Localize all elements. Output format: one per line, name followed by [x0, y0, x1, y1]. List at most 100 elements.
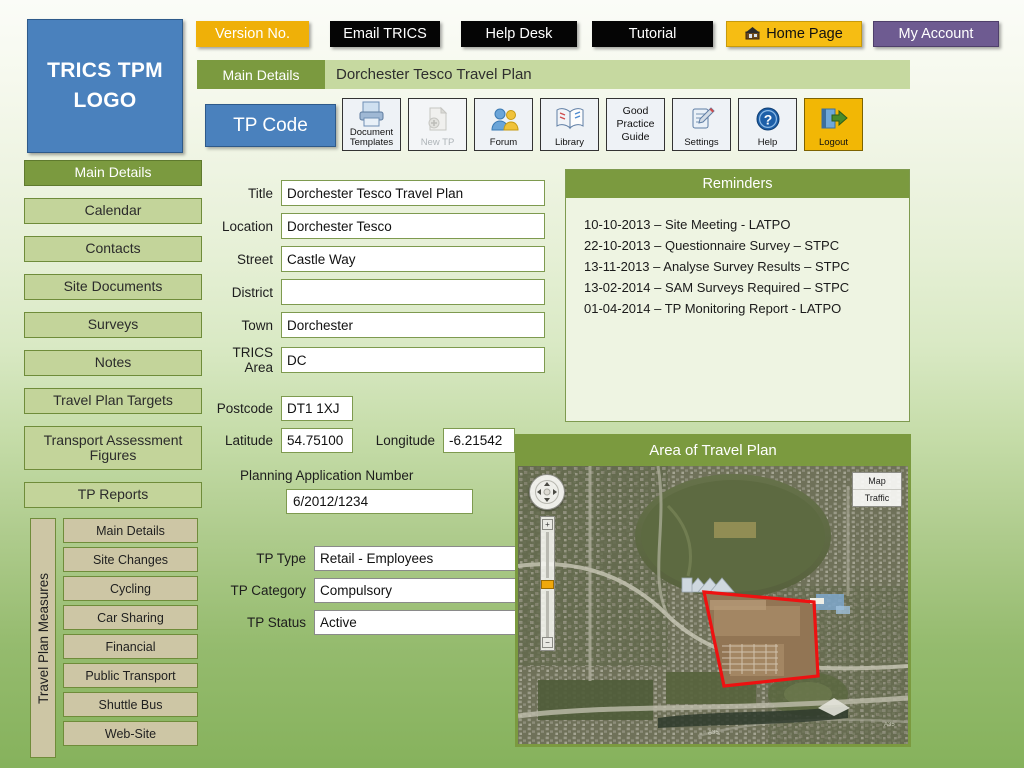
reminder-item: 22-10-2013 – Questionnaire Survey – STPC: [584, 238, 840, 254]
sidebar-item-main-details-label: Main Details: [74, 164, 152, 181]
good-practice-guide-label-1: Good: [622, 104, 649, 117]
measure-item-public-transport[interactable]: Public Transport: [63, 663, 198, 688]
measure-item-car-sharing[interactable]: Car Sharing: [63, 605, 198, 630]
sidebar-item-notes[interactable]: Notes: [24, 350, 202, 376]
forum-label: Forum: [489, 137, 518, 149]
logout-label: Logout: [818, 137, 849, 149]
home-page-button[interactable]: Home Page: [726, 21, 862, 47]
new-tp-button[interactable]: New TP: [408, 98, 467, 151]
measure-item-site-changes[interactable]: Site Changes: [63, 547, 198, 572]
location-label: Location: [221, 218, 273, 234]
sidebar-item-tp-reports[interactable]: TP Reports: [24, 482, 202, 508]
traffic-toggle-button[interactable]: Traffic: [853, 490, 901, 506]
tp-type-label: TP Type: [256, 551, 306, 566]
zoom-slider[interactable]: + −: [540, 516, 555, 651]
good-practice-guide-button[interactable]: Good Practice Guide: [606, 98, 665, 151]
form-row-title: Title Dorchester Tesco Travel Plan: [205, 180, 545, 206]
breadcrumb-bar: Main Details Dorchester Tesco Travel Pla…: [197, 60, 910, 89]
measure-item-financial[interactable]: Financial: [63, 634, 198, 659]
planning-application-input[interactable]: 6/2012/1234: [286, 489, 473, 514]
sidebar-item-tp-reports-label: TP Reports: [77, 486, 149, 503]
sidebar-item-main-details[interactable]: Main Details: [24, 160, 202, 186]
version-no-button[interactable]: Version No.: [196, 21, 309, 47]
help-button[interactable]: ? Help: [738, 98, 797, 151]
app-logo: TRICS TPM LOGO: [27, 19, 183, 153]
sidebar-item-travel-plan-targets[interactable]: Travel Plan Targets: [24, 388, 202, 414]
forum-button[interactable]: Forum: [474, 98, 533, 151]
home-page-label: Home Page: [766, 26, 843, 42]
street-input[interactable]: Castle Way: [281, 246, 545, 272]
latitude-input[interactable]: 54.75100: [281, 428, 353, 453]
svg-text:A35: A35: [884, 722, 895, 728]
sidebar-item-surveys[interactable]: Surveys: [24, 312, 202, 338]
town-input[interactable]: Dorchester: [281, 312, 545, 338]
measure-item-financial-label: Financial: [105, 639, 156, 654]
zoom-in-button[interactable]: +: [542, 519, 553, 530]
map-header-label: Area of Travel Plan: [649, 441, 777, 459]
sidebar-item-travel-plan-targets-label: Travel Plan Targets: [53, 392, 173, 409]
geo-row-latlong: Latitude 54.75100 Longitude -6.21542: [205, 428, 545, 453]
trics-area-input[interactable]: DC: [281, 347, 545, 373]
home-page-icon: [745, 26, 761, 42]
satellite-map[interactable]: A35 A35 + − Map Traffic: [518, 466, 908, 744]
tp-type-value: Retail - Employees: [320, 551, 434, 566]
reminders-list: 10-10-2013 – Site Meeting - LATPO 22-10-…: [566, 198, 909, 319]
svg-text:?: ?: [763, 111, 772, 127]
tutorial-button[interactable]: Tutorial: [592, 21, 713, 47]
library-label: Library: [554, 137, 585, 149]
sidebar: Main Details Calendar Contacts Site Docu…: [24, 160, 202, 520]
longitude-input[interactable]: -6.21542: [443, 428, 515, 453]
measure-item-main-details[interactable]: Main Details: [63, 518, 198, 543]
measure-item-web-site[interactable]: Web-Site: [63, 721, 198, 746]
zoom-out-button[interactable]: −: [542, 637, 553, 648]
email-trics-button[interactable]: Email TRICS: [330, 21, 440, 47]
tp-type-select[interactable]: Retail - Employees: [314, 546, 548, 571]
tp-category-value: Compulsory: [320, 583, 393, 598]
reminder-item: 10-10-2013 – Site Meeting - LATPO: [584, 217, 791, 232]
settings-label: Settings: [684, 137, 719, 149]
tp-code-button[interactable]: TP Code: [205, 104, 336, 147]
sidebar-item-transport-assessment-figures[interactable]: Transport Assessment Figures: [24, 426, 202, 470]
help-desk-button[interactable]: Help Desk: [461, 21, 577, 47]
measure-item-cycling[interactable]: Cycling: [63, 576, 198, 601]
reminder-item: 13-11-2013 – Analyse Survey Results – ST…: [584, 259, 850, 275]
sidebar-item-transport-assessment-figures-label: Transport Assessment Figures: [43, 431, 183, 463]
icon-toolbar: Document Templates New TP Forum Library …: [342, 98, 863, 151]
tab-main-details[interactable]: Main Details: [197, 60, 325, 89]
town-label: Town: [241, 317, 273, 333]
location-input[interactable]: Dorchester Tesco: [281, 213, 545, 239]
tab-main-details-label: Main Details: [222, 66, 300, 83]
settings-button[interactable]: Settings: [672, 98, 731, 151]
select-row-tp-category: TP Category Compulsory: [228, 578, 548, 603]
zoom-track-lower[interactable]: [546, 591, 549, 637]
pan-control-icon[interactable]: [529, 474, 565, 510]
sidebar-item-site-documents[interactable]: Site Documents: [24, 274, 202, 300]
good-practice-guide-label-2: Practice Guide: [616, 117, 655, 144]
title-input[interactable]: Dorchester Tesco Travel Plan: [281, 180, 545, 206]
postcode-input[interactable]: DT1 1XJ: [281, 396, 353, 421]
sidebar-item-surveys-label: Surveys: [87, 316, 139, 333]
travel-plan-measures-group: Travel Plan Measures Main Details Site C…: [30, 518, 198, 758]
map-type-label: Map: [868, 476, 886, 486]
tp-category-select[interactable]: Compulsory: [314, 578, 548, 603]
sidebar-item-calendar-label: Calendar: [84, 202, 142, 219]
travel-plan-measures-list: Main Details Site Changes Cycling Car Sh…: [63, 518, 198, 758]
street-label: Street: [236, 251, 273, 267]
area-of-travel-plan-panel: Area of Travel Plan A35 A35 + − Map Traf…: [515, 434, 911, 747]
library-button[interactable]: Library: [540, 98, 599, 151]
tutorial-label: Tutorial: [628, 26, 677, 42]
sidebar-item-contacts[interactable]: Contacts: [24, 236, 202, 262]
my-account-button[interactable]: My Account: [873, 21, 999, 47]
zoom-track[interactable]: [546, 532, 549, 578]
tp-status-select[interactable]: Active: [314, 610, 548, 635]
logout-button[interactable]: Logout: [804, 98, 863, 151]
page-title-label: Dorchester Tesco Travel Plan: [336, 66, 532, 83]
map-type-button[interactable]: Map: [853, 473, 901, 490]
sidebar-item-calendar[interactable]: Calendar: [24, 198, 202, 224]
measure-item-shuttle-bus[interactable]: Shuttle Bus: [63, 692, 198, 717]
tp-status-label: TP Status: [246, 615, 306, 630]
document-templates-button[interactable]: Document Templates: [342, 98, 401, 151]
zoom-handle[interactable]: [541, 580, 554, 589]
logo-line-1: TRICS TPM: [47, 58, 163, 82]
district-input[interactable]: [281, 279, 545, 305]
